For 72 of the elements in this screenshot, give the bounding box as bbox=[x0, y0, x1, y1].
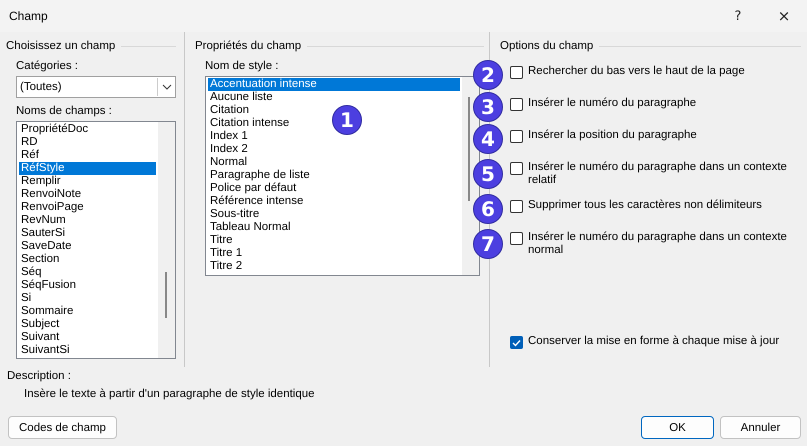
style-item[interactable]: Référence intense bbox=[208, 195, 304, 208]
field-name-item[interactable]: RenvoiPage bbox=[19, 201, 84, 214]
checkbox[interactable] bbox=[510, 162, 523, 175]
style-item[interactable]: Index 1 bbox=[208, 130, 248, 143]
style-item[interactable]: Citation bbox=[208, 104, 249, 117]
field-label: Noms de champs : bbox=[16, 105, 113, 117]
field-name-item[interactable]: Subject bbox=[19, 318, 60, 331]
callout-badge: 2 bbox=[473, 60, 503, 90]
description-text: Insère le texte à partir d'un paragraphe de style identique bbox=[24, 388, 316, 400]
style-item[interactable]: Index 2 bbox=[208, 143, 248, 156]
callout-badge: 4 bbox=[473, 124, 503, 154]
close-button[interactable]: × bbox=[761, 0, 807, 32]
field-name-item[interactable]: Sommaire bbox=[19, 305, 74, 318]
style-item[interactable]: Aucune liste bbox=[208, 91, 273, 104]
checkbox[interactable] bbox=[510, 66, 523, 79]
field-codes-button[interactable]: Codes de champ bbox=[8, 416, 117, 439]
field-name-item[interactable]: RD bbox=[19, 136, 38, 149]
style-item[interactable]: Titre bbox=[208, 234, 233, 247]
field-name-item[interactable]: SéqFusion bbox=[19, 279, 76, 292]
option-label: Supprimer tous les caractères non délimiteurs bbox=[528, 199, 763, 212]
checkbox[interactable] bbox=[510, 200, 523, 213]
callout-badge: 1 bbox=[332, 105, 362, 135]
field-label: Catégories : bbox=[16, 60, 80, 72]
window-title: Champ bbox=[8, 9, 49, 23]
checkbox[interactable] bbox=[510, 336, 523, 349]
option-label: Insérer la position du paragraphe bbox=[528, 129, 698, 142]
style-item[interactable]: Titre 2 bbox=[208, 260, 242, 273]
field-name-item[interactable]: SauterSi bbox=[19, 227, 66, 240]
description-label: Description : bbox=[7, 370, 72, 382]
option-label: Insérer le numéro du paragraphe dans un contexte normal bbox=[528, 231, 788, 257]
field-name-item[interactable]: Section bbox=[19, 253, 60, 266]
categories-dropdown[interactable]: (Toutes) bbox=[16, 76, 176, 98]
style-item[interactable]: Normal bbox=[208, 156, 248, 169]
option-label: Insérer le numéro du paragraphe bbox=[528, 97, 698, 110]
field-name-item[interactable]: PropriétéDoc bbox=[19, 123, 88, 136]
field-name-item[interactable]: SaveDate bbox=[19, 240, 72, 253]
style-item[interactable]: Sous-titre bbox=[208, 208, 260, 221]
checkbox[interactable] bbox=[510, 130, 523, 143]
scrollbar-thumb[interactable] bbox=[468, 97, 470, 201]
scrollbar-thumb[interactable] bbox=[165, 272, 167, 318]
field-name-item[interactable]: Séq bbox=[19, 266, 42, 279]
help-button[interactable]: ? bbox=[715, 0, 761, 32]
field-name-item[interactable]: Suivant bbox=[19, 331, 60, 344]
cancel-button[interactable]: Annuler bbox=[720, 416, 801, 439]
style-item[interactable]: Police par défaut bbox=[208, 182, 296, 195]
style-item[interactable]: Tableau Normal bbox=[208, 221, 291, 234]
ok-button[interactable]: OK bbox=[641, 416, 714, 439]
field-name-item[interactable]: Réf bbox=[19, 149, 39, 162]
field-name-item[interactable]: RenvoiNote bbox=[19, 188, 82, 201]
group-heading: Propriétés du champ bbox=[195, 40, 302, 52]
callout-badge: 7 bbox=[473, 229, 503, 259]
style-item[interactable]: Titre 1 bbox=[208, 247, 242, 260]
option-label: Conserver la mise en forme à chaque mise à jour bbox=[528, 335, 780, 348]
style-item[interactable]: Citation intense bbox=[208, 117, 290, 130]
group-heading: Choisissez un champ bbox=[6, 40, 116, 52]
style-item[interactable]: Accentuation intense bbox=[208, 78, 460, 91]
checkbox[interactable] bbox=[510, 98, 523, 111]
callout-badge: 5 bbox=[473, 159, 503, 189]
field-label: Nom de style : bbox=[205, 60, 280, 72]
callout-badge: 3 bbox=[473, 92, 503, 122]
option-label: Insérer le numéro du paragraphe dans un contexte relatif bbox=[528, 161, 788, 187]
style-item[interactable]: Paragraphe de liste bbox=[208, 169, 310, 182]
field-name-item[interactable]: RevNum bbox=[19, 214, 66, 227]
callout-badge: 6 bbox=[473, 194, 503, 224]
checkbox[interactable] bbox=[510, 232, 523, 245]
field-name-item[interactable]: RéfStyle bbox=[19, 162, 156, 175]
field-name-item[interactable]: SuivantSi bbox=[19, 344, 70, 357]
chevron-down-icon bbox=[162, 84, 172, 90]
field-name-item[interactable]: Remplir bbox=[19, 175, 61, 188]
option-label: Rechercher du bas vers le haut de la page bbox=[528, 65, 746, 78]
group-heading: Options du champ bbox=[500, 40, 594, 52]
field-name-item[interactable]: Si bbox=[19, 292, 32, 305]
